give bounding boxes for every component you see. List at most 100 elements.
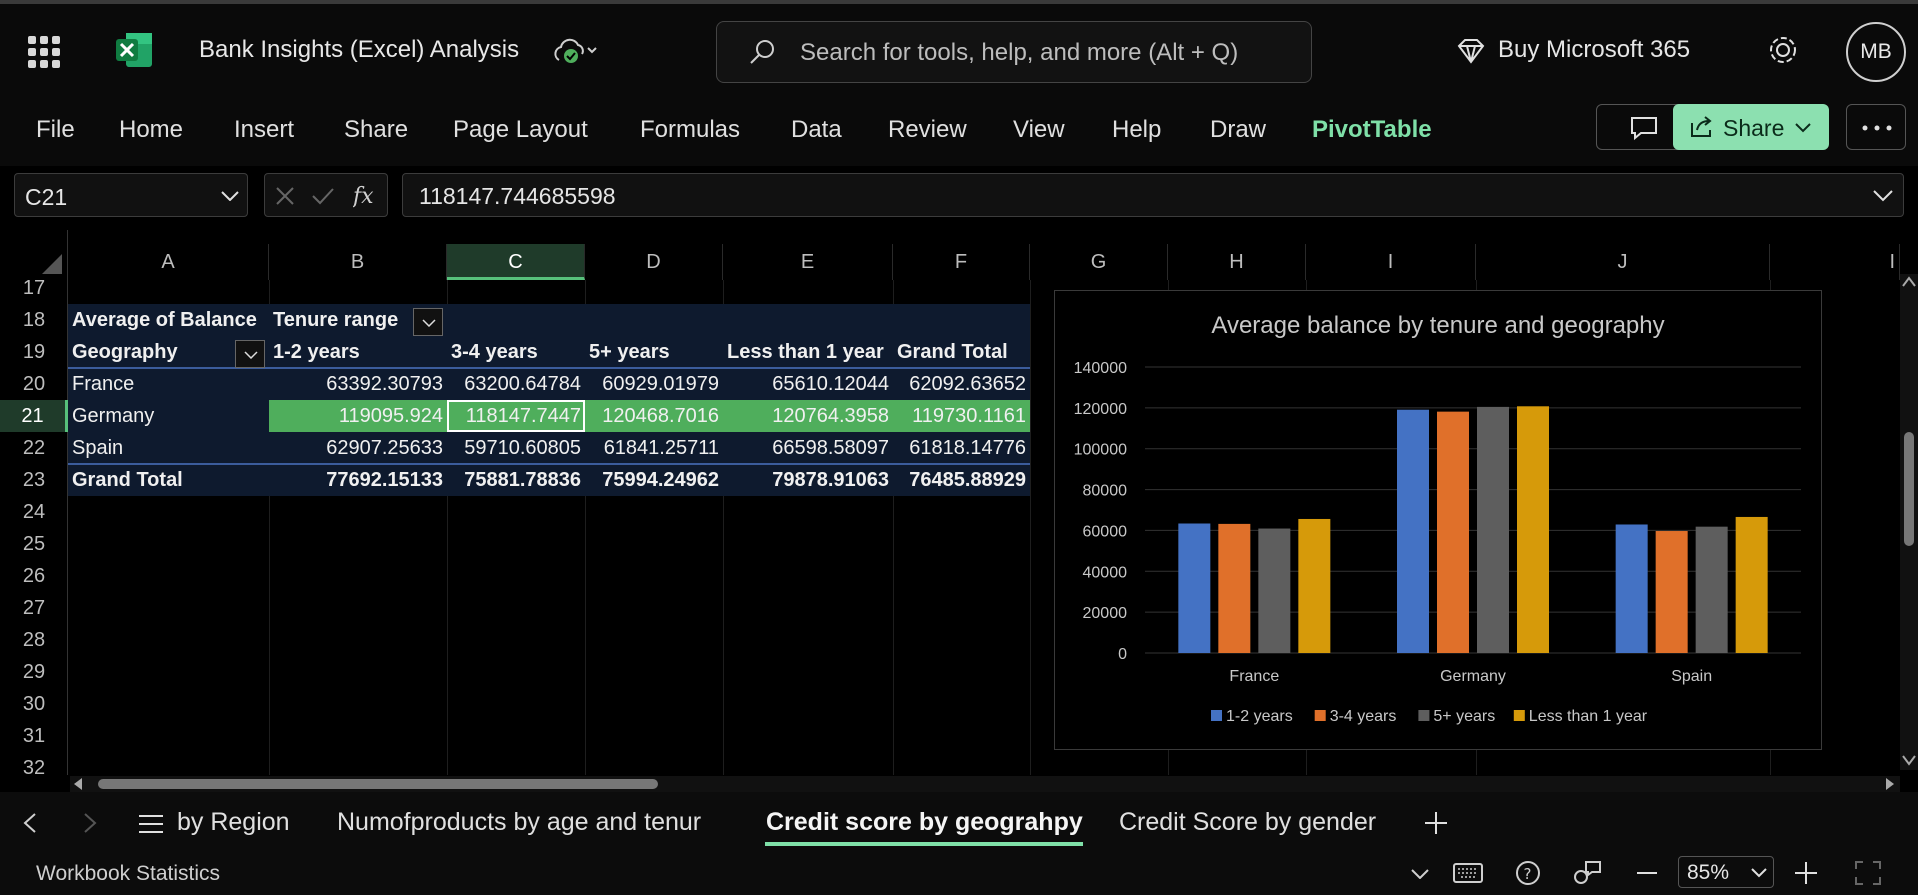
pivot-cell[interactable]: 120468.7016 [585,400,723,432]
name-box[interactable]: C21 [14,173,248,217]
tab-insert[interactable]: Insert [234,116,294,144]
cancel-icon[interactable] [275,186,295,206]
tab-pivottable[interactable]: PivotTable [1312,116,1432,144]
search-input[interactable]: Search for tools, help, and more (Alt + … [716,21,1312,83]
column-header-g[interactable]: G [1030,244,1168,280]
zoom-select[interactable]: 85% [1678,856,1774,888]
pivot-cell[interactable]: 63392.30793 [269,368,447,400]
row-header-28[interactable]: 28 [0,624,68,656]
pivot-cell[interactable]: 61841.25711 [585,432,723,464]
pivot-total-cell[interactable]: 77692.15133 [269,464,447,496]
tab-view[interactable]: View [1013,116,1065,144]
row-header-18[interactable]: 18 [0,304,68,336]
workbook-statistics-button[interactable]: Workbook Statistics [36,862,220,886]
tab-file[interactable]: File [36,116,75,144]
pivot-cell[interactable]: 62092.63652 [893,368,1030,400]
pivot-cell[interactable]: 120764.3958 [723,400,893,432]
pivot-row-label[interactable]: Spain [68,432,127,464]
pivot-cell[interactable]: 119730.1161 [893,400,1030,432]
row-header-32[interactable]: 32 [0,752,68,775]
more-options-button[interactable] [1846,104,1906,150]
buy-microsoft-365-button[interactable]: Buy Microsoft 365 [1498,36,1690,64]
vertical-scrollbar[interactable] [1900,274,1918,770]
row-header-31[interactable]: 31 [0,720,68,752]
tab-review[interactable]: Review [888,116,967,144]
column-header-h[interactable]: H [1168,244,1306,280]
scroll-left-icon[interactable] [72,777,84,791]
cloud-saved-icon[interactable] [551,36,597,66]
column-header-i[interactable]: I [1306,244,1476,280]
row-header-22[interactable]: 22 [0,432,68,464]
pivot-cell[interactable]: 66598.58097 [723,432,893,464]
scroll-right-icon[interactable] [1884,777,1896,791]
tab-share[interactable]: Share [344,116,408,144]
tab-help[interactable]: Help [1112,116,1161,144]
horizontal-scrollbar[interactable] [70,776,1900,792]
share-button[interactable]: Share [1673,104,1829,150]
sheet-tab-credit-score-by-gender[interactable]: Credit Score by gender [1119,808,1376,837]
previous-sheet-icon[interactable] [22,812,38,834]
scroll-up-icon[interactable] [1902,276,1916,288]
chevron-down-icon[interactable] [1411,869,1429,879]
column-header-f[interactable]: F [893,244,1030,280]
pivot-cell[interactable]: 62907.25633 [269,432,447,464]
row-header-19[interactable]: 19 [0,336,68,368]
horizontal-scroll-thumb[interactable] [98,779,658,789]
sheet-tab-by-region[interactable]: by Region [177,808,290,837]
zoom-out-icon[interactable] [1636,871,1658,875]
tab-page-layout[interactable]: Page Layout [453,116,588,144]
row-header-20[interactable]: 20 [0,368,68,400]
column-filter-dropdown[interactable] [413,308,443,336]
function-icon[interactable]: fx [353,181,379,209]
next-sheet-icon[interactable] [82,812,98,834]
sheet-tab-numofproducts[interactable]: Numofproducts by age and tenur [337,808,701,837]
row-filter-dropdown[interactable] [235,340,265,368]
fullscreen-icon[interactable] [1855,861,1881,885]
pivot-total-cell[interactable]: 75994.24962 [585,464,723,496]
document-title[interactable]: Bank Insights (Excel) Analysis [199,36,519,64]
all-sheets-menu-icon[interactable] [138,814,164,834]
row-header-27[interactable]: 27 [0,592,68,624]
pivot-cell[interactable]: 59710.60805 [447,432,585,464]
tab-draw[interactable]: Draw [1210,116,1266,144]
pivot-cell[interactable]: 60929.01979 [585,368,723,400]
row-header-21[interactable]: 21 [0,400,68,432]
column-header-d[interactable]: D [585,244,723,280]
pivot-cell[interactable]: 63200.64784 [447,368,585,400]
avatar[interactable]: MB [1846,22,1906,82]
pivot-cell[interactable]: 65610.12044 [723,368,893,400]
pivot-row-label[interactable]: Germany [68,400,158,432]
column-header-j[interactable]: J [1476,244,1770,280]
row-header-23[interactable]: 23 [0,464,68,496]
pivot-row-label[interactable]: France [68,368,138,400]
row-header-17[interactable]: 17 [0,272,68,304]
pivot-cell[interactable]: 119095.924 [269,400,447,432]
tab-formulas[interactable]: Formulas [640,116,740,144]
pivot-total-cell[interactable]: 79878.91063 [723,464,893,496]
row-header-29[interactable]: 29 [0,656,68,688]
app-launcher-icon[interactable] [28,36,60,68]
gear-icon[interactable] [1766,33,1800,67]
add-sheet-icon[interactable] [1424,811,1448,835]
column-header-b[interactable]: B [269,244,447,280]
column-header-c[interactable]: C [447,244,585,280]
row-header-30[interactable]: 30 [0,688,68,720]
scroll-down-icon[interactable] [1902,754,1916,766]
tab-data[interactable]: Data [791,116,842,144]
row-header-25[interactable]: 25 [0,528,68,560]
help-icon[interactable]: ? [1515,860,1541,886]
pivot-grand-total-label[interactable]: Grand Total [68,464,187,496]
column-header-e[interactable]: E [723,244,893,280]
formula-input[interactable]: 118147.744685598 [402,173,1904,217]
pivot-total-cell[interactable]: 75881.78836 [447,464,585,496]
feedback-icon[interactable] [1572,860,1602,886]
column-header-i-next[interactable]: I [1770,244,1900,280]
keyboard-icon[interactable] [1453,863,1483,883]
vertical-scroll-thumb[interactable] [1904,432,1914,546]
chevron-down-icon[interactable] [1873,190,1893,202]
row-header-24[interactable]: 24 [0,496,68,528]
column-header-a[interactable]: A [68,244,269,280]
row-header-26[interactable]: 26 [0,560,68,592]
zoom-in-icon[interactable] [1794,861,1818,885]
sheet-tab-credit-score-by-geography[interactable]: Credit score by geograhpy [766,808,1083,837]
